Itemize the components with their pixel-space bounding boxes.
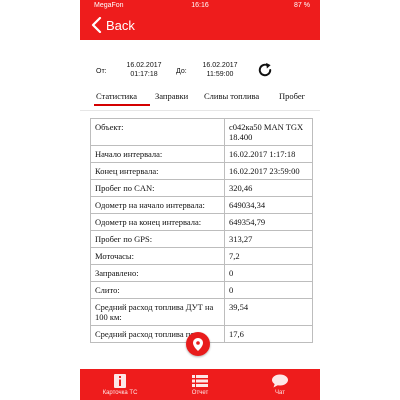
row-value: 16.02.2017 1:17:18 bbox=[225, 146, 313, 163]
table-row: Одометр на начало интервала: 649034,34 bbox=[91, 197, 313, 214]
table-row: Моточасы: 7,2 bbox=[91, 248, 313, 265]
from-label: От: bbox=[96, 68, 107, 75]
row-value: 649034,34 bbox=[225, 197, 313, 214]
row-label: Начало интервала: bbox=[91, 146, 225, 163]
row-label: Слито: bbox=[91, 282, 225, 299]
row-label: Заправлено: bbox=[91, 265, 225, 282]
period-selector: От: 16.02.2017 01:17:18 До: 16.02.2017 1… bbox=[80, 58, 320, 86]
app-screen: MegaFon 16:16 87 % Back От: 16.02.2017 0… bbox=[80, 0, 320, 400]
battery-level: 87 % bbox=[294, 2, 310, 9]
table-row: Слито: 0 bbox=[91, 282, 313, 299]
row-label: Одометр на конец интервала: bbox=[91, 214, 225, 231]
tab-vehicle-card-label: Карточка ТС bbox=[102, 389, 138, 396]
row-value: 7,2 bbox=[225, 248, 313, 265]
table-row: Конец интервала: 16.02.2017 23:59:00 bbox=[91, 163, 313, 180]
to-time: 11:59:00 bbox=[206, 71, 234, 78]
table-row: Средний расход топлива ДУТ на 100 км: 39… bbox=[91, 299, 313, 326]
tab-report[interactable]: Отчет bbox=[160, 369, 240, 400]
active-tab-indicator bbox=[94, 104, 150, 106]
list-icon bbox=[192, 374, 208, 387]
row-value: с042ка50 MAN TGX 18.400 bbox=[225, 119, 313, 146]
row-value: 39,54 bbox=[225, 299, 313, 326]
map-pin-icon bbox=[193, 337, 203, 351]
row-value: 0 bbox=[225, 282, 313, 299]
table-row: Пробег по CAN: 320,46 bbox=[91, 180, 313, 197]
chat-icon bbox=[272, 374, 288, 387]
row-label: Средний расход топлива ДУТ на 100 км: bbox=[91, 299, 225, 326]
row-label: Одометр на начало интервала: bbox=[91, 197, 225, 214]
table-row: Одометр на конец интервала: 649354,79 bbox=[91, 214, 313, 231]
row-label: Объект: bbox=[91, 119, 225, 146]
tab-vehicle-card[interactable]: Карточка ТС bbox=[80, 369, 160, 400]
row-label: Конец интервала: bbox=[91, 163, 225, 180]
tab-refuelings[interactable]: Заправки bbox=[155, 91, 188, 101]
tab-chat[interactable]: Чат bbox=[240, 369, 320, 400]
row-value: 313,27 bbox=[225, 231, 313, 248]
tab-statistics[interactable]: Статистика bbox=[96, 91, 137, 101]
row-label: Пробег по CAN: bbox=[91, 180, 225, 197]
row-value: 16.02.2017 23:59:00 bbox=[225, 163, 313, 180]
status-time: 16:16 bbox=[191, 2, 209, 9]
table-row: Объект: с042ка50 MAN TGX 18.400 bbox=[91, 119, 313, 146]
tab-mileage[interactable]: Пробег bbox=[279, 91, 305, 101]
back-label: Back bbox=[106, 17, 135, 33]
row-value: 649354,79 bbox=[225, 214, 313, 231]
from-date-picker[interactable]: 16.02.2017 01:17:18 bbox=[120, 61, 168, 79]
to-date-picker[interactable]: 16.02.2017 11:59:00 bbox=[196, 61, 244, 79]
refresh-icon[interactable] bbox=[256, 61, 274, 79]
tab-fuel-drains[interactable]: Сливы топлива bbox=[204, 91, 259, 101]
to-label: До: bbox=[176, 68, 187, 75]
info-icon bbox=[114, 373, 126, 388]
row-value: 0 bbox=[225, 265, 313, 282]
row-label: Моточасы: bbox=[91, 248, 225, 265]
table-row: Начало интервала: 16.02.2017 1:17:18 bbox=[91, 146, 313, 163]
status-bar: MegaFon 16:16 87 % bbox=[80, 0, 320, 12]
table-row: Пробег по GPS: 313,27 bbox=[91, 231, 313, 248]
navigation-bar: MegaFon 16:16 87 % Back bbox=[80, 0, 320, 40]
to-date: 16.02.2017 bbox=[202, 62, 238, 69]
report-tabs: Статистика Заправки Сливы топлива Пробег bbox=[94, 88, 320, 106]
row-value: 320,46 bbox=[225, 180, 313, 197]
from-time: 01:17:18 bbox=[130, 71, 158, 78]
row-label: Пробег по GPS: bbox=[91, 231, 225, 248]
from-date: 16.02.2017 bbox=[126, 62, 162, 69]
table-row: Заправлено: 0 bbox=[91, 265, 313, 282]
map-location-button[interactable] bbox=[186, 332, 210, 356]
divider bbox=[80, 110, 320, 111]
row-value: 17,6 bbox=[225, 326, 313, 343]
bottom-tab-bar: Карточка ТС Отчет Чат bbox=[80, 369, 320, 400]
tab-chat-label: Чат bbox=[275, 389, 285, 396]
statistics-table: Объект: с042ка50 MAN TGX 18.400 Начало и… bbox=[90, 118, 313, 343]
back-button[interactable]: Back bbox=[90, 15, 135, 35]
chevron-left-icon bbox=[91, 17, 102, 33]
tab-report-label: Отчет bbox=[191, 389, 209, 396]
